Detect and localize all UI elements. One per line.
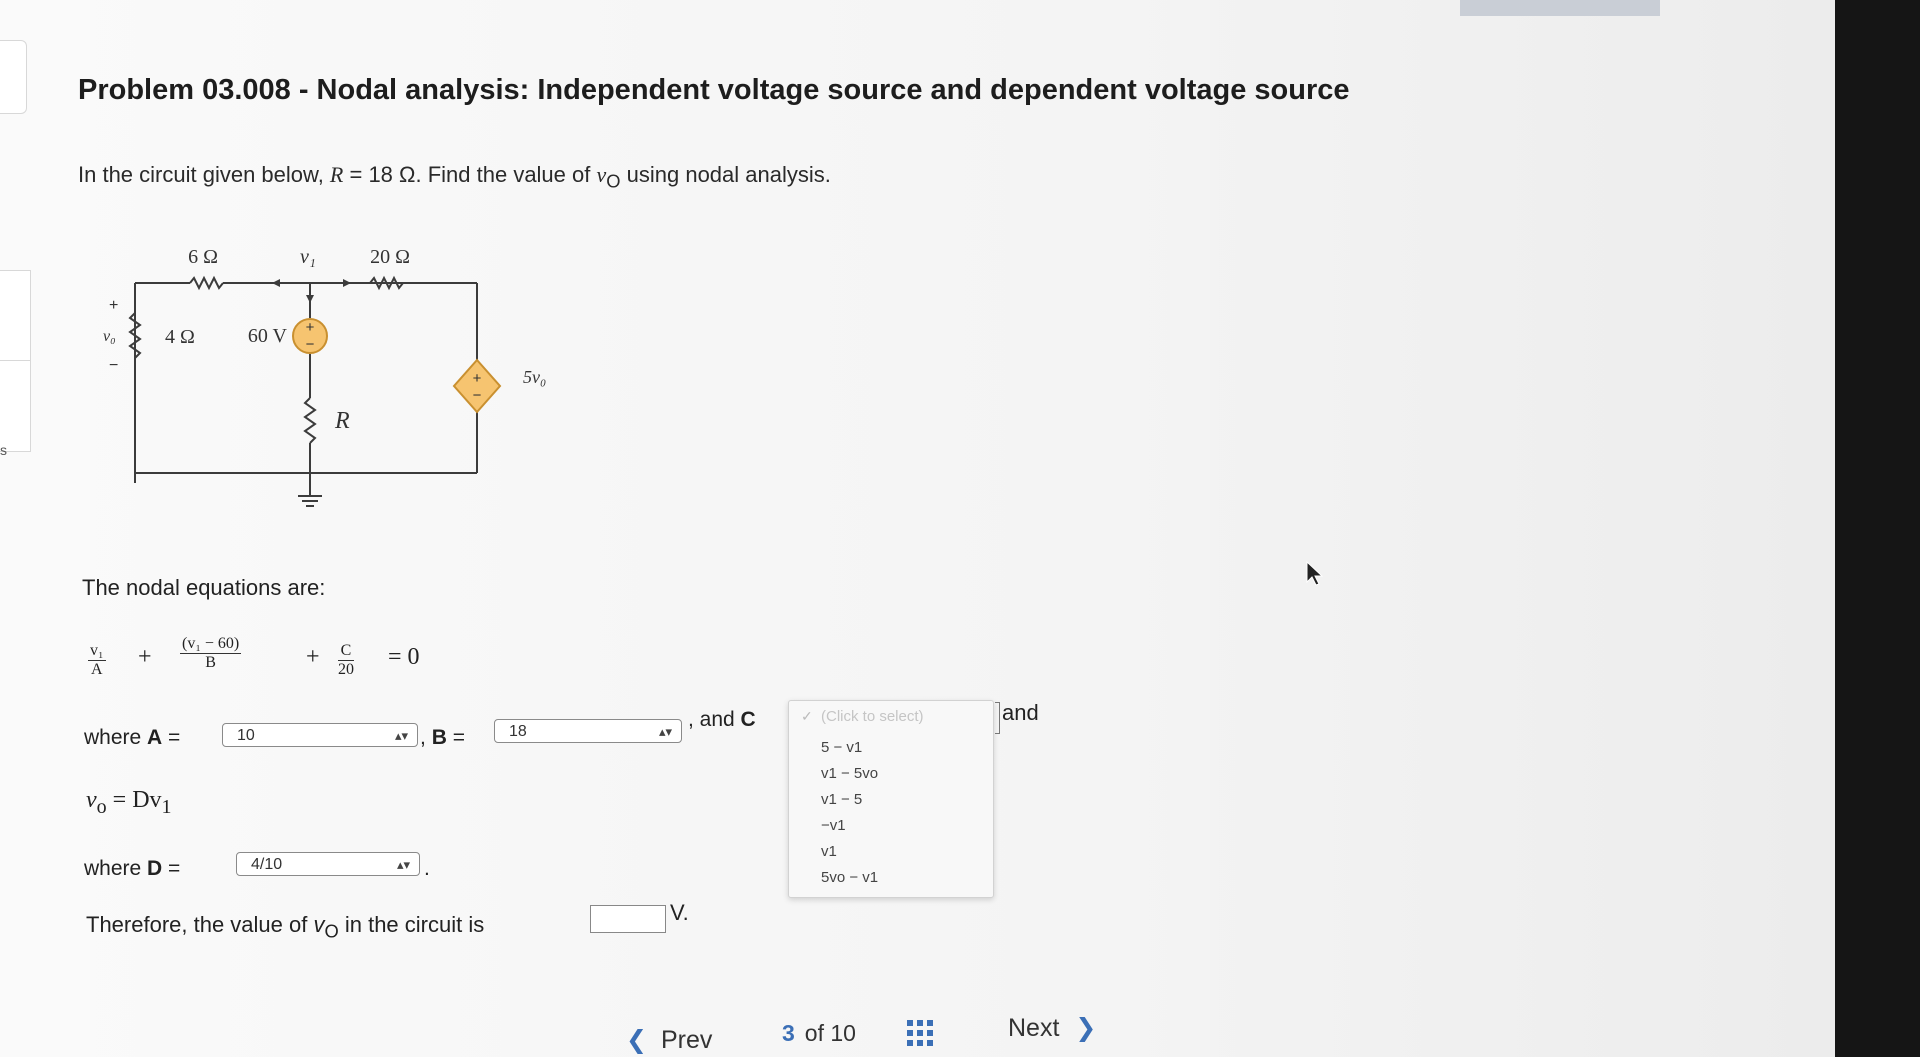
d-value: 4/10	[251, 856, 283, 873]
source-60v-label: 60 V	[248, 325, 288, 347]
node-arrow-down	[306, 295, 314, 303]
answer-unit: V.	[670, 900, 689, 925]
grid-icon[interactable]	[905, 1018, 935, 1048]
dropdown-option[interactable]: −v1	[821, 817, 846, 834]
term3-den: 20	[338, 661, 354, 678]
vo-label: v₀	[103, 328, 116, 345]
header-button[interactable]	[1460, 0, 1660, 16]
next-label: Next	[1008, 1014, 1060, 1042]
problem-intro: In the circuit given below, R = 18 Ω. Fi…	[78, 162, 831, 192]
dropdown-placeholder[interactable]: (Click to select)	[821, 708, 924, 725]
dropdown-option[interactable]: v1	[821, 843, 837, 860]
side-tab[interactable]	[0, 40, 27, 114]
vo-subscript: O	[606, 170, 621, 192]
resistor-r-zigzag	[303, 397, 317, 444]
term1-den: A	[91, 661, 103, 678]
b-select[interactable]: 18 ▴▾	[494, 719, 682, 743]
prev-button[interactable]: ❮ Prev	[626, 1025, 712, 1055]
dep-source-plus: +	[473, 370, 482, 387]
r1-label: 6 Ω	[188, 246, 218, 268]
dropdown-option[interactable]: 5 − v1	[821, 739, 862, 756]
select-edge	[995, 702, 1000, 734]
a-value: 10	[237, 727, 255, 744]
vo-plus: +	[109, 297, 118, 314]
r3-label: 4 Ω	[165, 326, 195, 348]
c-dropdown-menu[interactable]: ✓ (Click to select) 5 − v1 v1 − 5vo v1 −…	[788, 700, 994, 898]
term3-num: C	[338, 642, 354, 661]
r-value: = 18 Ω	[343, 162, 416, 187]
select-arrows-icon: ▴▾	[658, 724, 672, 739]
node-arrow-right	[343, 279, 351, 287]
r4-label: R	[334, 408, 350, 434]
intro-mid: . Find the value of	[415, 162, 597, 187]
intro-suffix: using nodal analysis.	[620, 162, 831, 187]
r2-label: 20 Ω	[370, 246, 410, 268]
chevron-right-icon: ❯	[1075, 1014, 1097, 1042]
b-label: , B =	[420, 726, 465, 749]
term1: v₁ A	[88, 642, 106, 679]
side-letter: s	[0, 442, 7, 458]
source-minus: −	[306, 336, 315, 353]
dropdown-option[interactable]: v1 − 5	[821, 791, 862, 808]
nodal-equation: v₁ A + (v₁ − 60) B + C 20 = 0	[88, 632, 488, 692]
dep-source-label: 5v₀	[523, 367, 546, 387]
circuit-diagram: + − + − 6 Ω 20 Ω 4 Ω R v₁ 60 V 5v₀ + v₀ …	[103, 246, 546, 507]
page-current: 3	[782, 1020, 795, 1046]
d-select[interactable]: 4/10 ▴▾	[236, 852, 420, 876]
next-button[interactable]: Next ❯	[1008, 1013, 1096, 1043]
where-d-label: where D =	[84, 857, 181, 880]
screen-edge	[1835, 0, 1920, 1057]
where-a-label: where A =	[84, 726, 181, 749]
answer-input[interactable]	[590, 905, 666, 933]
intro-prefix: In the circuit given below,	[78, 162, 330, 187]
dep-source-minus: −	[473, 387, 482, 404]
dropdown-option[interactable]: 5vo − v1	[821, 869, 878, 886]
side-tab[interactable]	[0, 270, 31, 362]
vo-symbol: v	[596, 162, 607, 187]
r-symbol: R	[329, 162, 344, 187]
mouse-cursor-icon	[1306, 560, 1324, 586]
prev-label: Prev	[660, 1026, 713, 1054]
plus-1: +	[138, 644, 152, 670]
dropdown-option[interactable]: v1 − 5vo	[821, 765, 878, 782]
term1-num: v₁	[88, 642, 106, 661]
b-value: 18	[509, 723, 527, 740]
source-plus: +	[306, 319, 315, 336]
problem-title: Problem 03.008 - Nodal analysis: Indepen…	[78, 74, 1350, 106]
check-icon: ✓	[801, 708, 813, 724]
plus-2: +	[306, 644, 320, 670]
answer-prompt: Therefore, the value of vO in the circui…	[86, 912, 485, 942]
page-of: of 10	[804, 1020, 856, 1046]
equals-zero: = 0	[388, 644, 420, 670]
and-c-label: , and C	[688, 708, 756, 731]
term2-num: (v₁ − 60)	[180, 635, 242, 654]
vo-minus: −	[109, 357, 118, 374]
term3: C 20	[338, 642, 354, 679]
chevron-left-icon: ❮	[626, 1026, 647, 1054]
term2: (v₁ − 60) B	[180, 635, 242, 672]
node-arrow-left	[272, 279, 280, 287]
node-label: v₁	[300, 246, 316, 268]
term2-den: B	[205, 654, 216, 671]
a-select[interactable]: 10 ▴▾	[222, 723, 418, 747]
vo-equation: vo = Dv1	[86, 787, 172, 818]
resistor-6-zigzag	[189, 275, 224, 291]
nodal-intro: The nodal equations are:	[82, 575, 326, 600]
problem-page	[0, 0, 1835, 1057]
and-text: and	[1002, 700, 1039, 725]
page-indicator: 3 of 10	[782, 1020, 856, 1047]
period: .	[424, 857, 430, 880]
select-arrows-icon: ▴▾	[396, 857, 410, 872]
select-arrows-icon: ▴▾	[394, 728, 408, 743]
side-tab[interactable]	[0, 360, 31, 452]
